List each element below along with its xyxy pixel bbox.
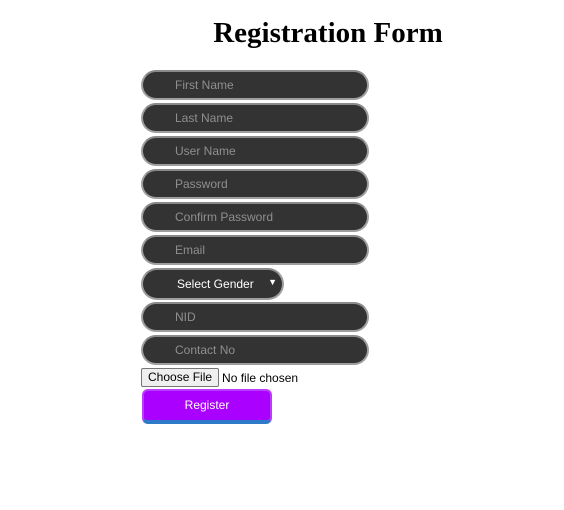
- nid-input[interactable]: [141, 302, 369, 332]
- file-status: No file chosen: [222, 370, 299, 385]
- registration-page: Registration Form Select Gender ▼ Choose…: [0, 0, 564, 510]
- register-button[interactable]: Register: [142, 389, 272, 424]
- file-upload: Choose File No file chosen: [141, 368, 298, 388]
- email-input[interactable]: [141, 235, 369, 265]
- password-input[interactable]: [141, 169, 369, 199]
- page-title: Registration Form: [213, 17, 443, 49]
- first-name-input[interactable]: [141, 70, 369, 100]
- last-name-input[interactable]: [141, 103, 369, 133]
- chevron-down-icon: ▼: [268, 277, 277, 287]
- gender-select-value: Select Gender: [177, 277, 254, 291]
- user-name-input[interactable]: [141, 136, 369, 166]
- contact-no-input[interactable]: [141, 335, 369, 365]
- gender-select[interactable]: Select Gender ▼: [141, 268, 284, 300]
- choose-file-button[interactable]: Choose File: [141, 368, 220, 387]
- confirm-password-input[interactable]: [141, 202, 369, 232]
